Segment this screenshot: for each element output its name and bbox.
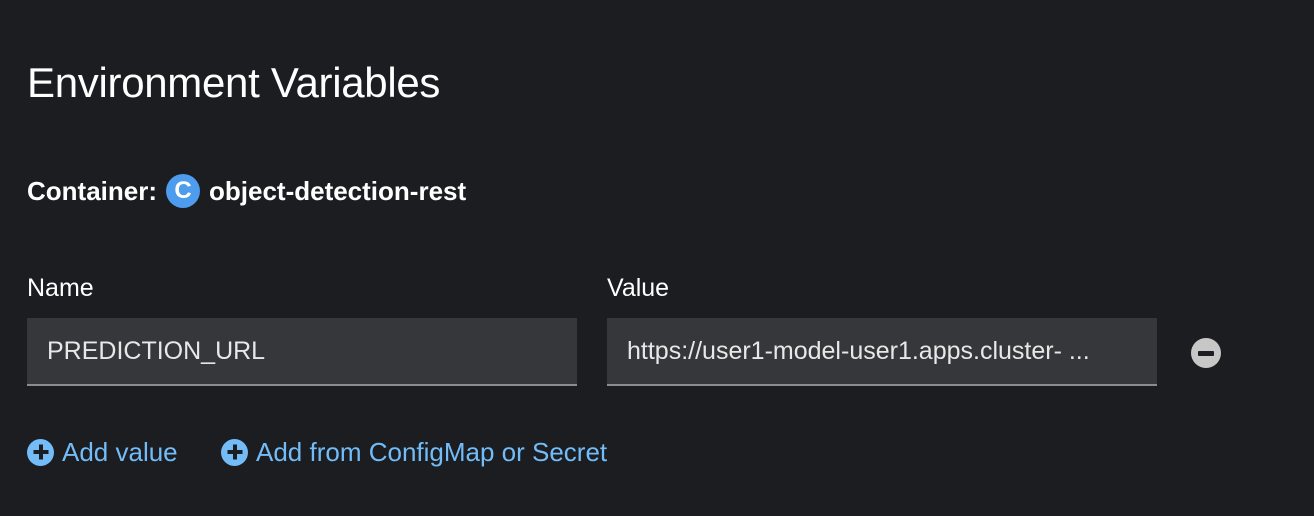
add-value-label: Add value xyxy=(62,436,178,467)
env-name-input[interactable]: PREDICTION_URL xyxy=(27,318,577,386)
name-column-label: Name xyxy=(27,274,94,302)
plus-circle-icon xyxy=(221,438,248,466)
plus-circle-icon xyxy=(27,438,54,466)
env-name-value: PREDICTION_URL xyxy=(47,336,266,365)
add-from-configmap-button[interactable]: Add from ConfigMap or Secret xyxy=(221,434,607,470)
value-column-label: Value xyxy=(607,274,670,302)
add-from-configmap-label: Add from ConfigMap or Secret xyxy=(256,436,608,467)
container-label: Container: xyxy=(27,175,157,206)
page-title: Environment Variables xyxy=(27,59,441,106)
container-badge-icon: C xyxy=(166,174,200,208)
container-info: Container: C object-detection-rest xyxy=(27,173,466,209)
minus-circle-icon xyxy=(1198,350,1214,356)
add-value-button[interactable]: Add value xyxy=(27,434,178,470)
container-name: object-detection-rest xyxy=(209,175,467,206)
env-value-value: https://user1-model-user1.apps.cluster- … xyxy=(627,336,1090,365)
environment-variables-page: Environment Variables Container: C objec… xyxy=(0,0,1314,516)
env-value-input[interactable]: https://user1-model-user1.apps.cluster- … xyxy=(607,318,1157,386)
remove-row-button[interactable] xyxy=(1191,338,1221,368)
